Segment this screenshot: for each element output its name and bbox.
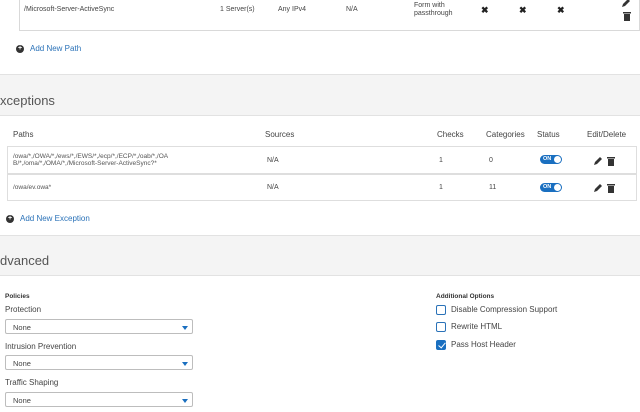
chevron-down-icon (182, 326, 188, 330)
row-checks: 1 (439, 184, 443, 191)
path-cell: /Microsoft-Server-ActiveSync (24, 6, 115, 13)
x-mark-2: ✖ (519, 5, 527, 15)
row-path-line2: B/*,/oma/*,/OMA/*,/Microsoft-Server-Acti… (13, 160, 157, 167)
toggle-label: ON (543, 184, 552, 190)
exceptions-title: xceptions (0, 93, 55, 108)
rewrite-html-checkbox[interactable] (436, 322, 446, 332)
ips-value: None (13, 359, 31, 368)
rewrite-html-label: Rewrite HTML (451, 322, 503, 331)
plus-circle-icon: + (16, 44, 24, 53)
status-toggle[interactable]: ON (540, 155, 562, 164)
header-categories: Categories (486, 130, 525, 139)
table-row: /owa/ev.owa* N/A 1 11 ON (7, 174, 637, 201)
header-checks: Checks (437, 130, 464, 139)
row-sources: N/A (267, 157, 279, 164)
header-paths: Paths (13, 130, 34, 139)
table-row: /owa/*,/OWA/*,/ews/*,/EWS/*,/ecp/*,/ECP/… (7, 146, 637, 174)
ips-select[interactable]: None (5, 355, 193, 370)
path-row: /Microsoft-Server-ActiveSync 1 Server(s)… (19, 0, 640, 31)
pass-host-header-label: Pass Host Header (451, 340, 516, 349)
toggle-knob (554, 184, 561, 191)
exceptions-section-header: xceptions (0, 74, 640, 116)
advanced-title: dvanced (0, 253, 50, 268)
row-categories: 11 (489, 184, 497, 191)
auth-cell: Form with passthrough (414, 2, 453, 17)
exceptions-table: Paths Sources Checks Categories Status E… (7, 125, 637, 202)
row-categories: 0 (489, 157, 493, 164)
traffic-select[interactable]: None (5, 392, 193, 407)
protection-label: Protection (5, 305, 42, 314)
row-checks: 1 (439, 157, 443, 164)
chevron-down-icon (182, 399, 188, 403)
na-cell: N/A (346, 6, 358, 13)
disable-compression-checkbox[interactable] (436, 305, 446, 315)
toggle-knob (554, 156, 561, 163)
plus-circle-icon: + (6, 214, 14, 223)
add-new-path-label: Add New Path (30, 44, 82, 53)
trash-icon[interactable] (622, 11, 632, 21)
header-edit-delete: Edit/Delete (587, 130, 627, 139)
edit-icon[interactable] (593, 156, 603, 166)
add-new-path-link[interactable]: + Add New Path (16, 44, 81, 53)
x-mark-1: ✖ (481, 5, 489, 15)
ip-cell: Any IPv4 (278, 6, 307, 13)
servers-cell: 1 Server(s) (220, 6, 255, 13)
row-path-line1: /owa/ev.owa* (13, 184, 52, 191)
x-mark-3: ✖ (557, 5, 565, 15)
additional-options-heading: Additional Options (436, 293, 495, 300)
edit-icon[interactable] (593, 183, 603, 193)
header-status: Status (537, 130, 560, 139)
edit-icon[interactable] (621, 0, 631, 8)
protection-select[interactable]: None (5, 319, 193, 334)
trash-icon[interactable] (606, 156, 616, 166)
traffic-label: Traffic Shaping (5, 378, 59, 387)
toggle-label: ON (543, 156, 552, 162)
ips-label: Intrusion Prevention (5, 342, 77, 351)
traffic-value: None (13, 396, 31, 405)
trash-icon[interactable] (606, 183, 616, 193)
protection-value: None (13, 323, 31, 332)
policies-heading: Policies (5, 293, 30, 300)
row-sources: N/A (267, 184, 279, 191)
header-sources: Sources (265, 130, 295, 139)
chevron-down-icon (182, 362, 188, 366)
advanced-section-header: dvanced (0, 235, 640, 276)
disable-compression-label: Disable Compression Support (451, 305, 558, 314)
pass-host-header-checkbox[interactable] (436, 340, 446, 350)
add-new-exception-label: Add New Exception (20, 214, 90, 223)
add-new-exception-link[interactable]: + Add New Exception (6, 214, 90, 223)
status-toggle[interactable]: ON (540, 183, 562, 192)
